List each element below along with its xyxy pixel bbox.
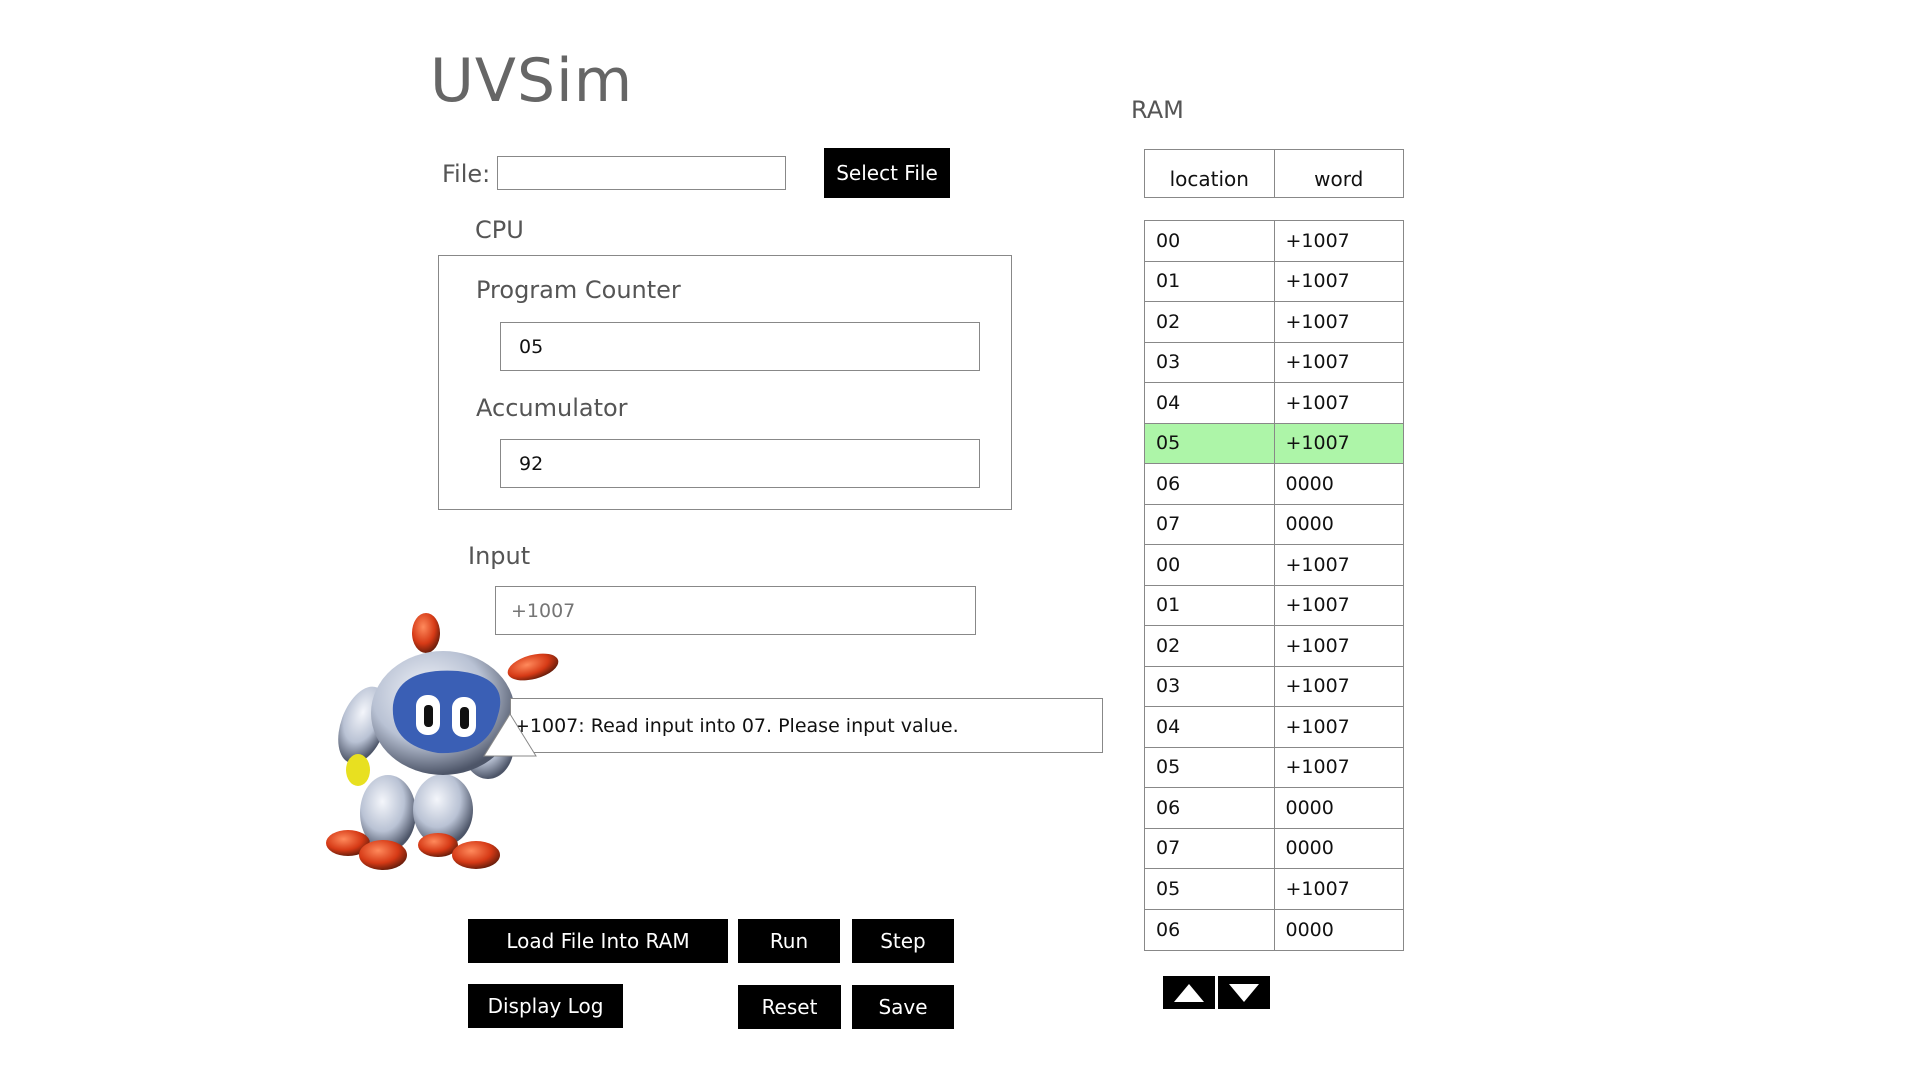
ram-row: 07 0000 xyxy=(1145,828,1403,869)
ram-column-word: word xyxy=(1314,167,1364,191)
ram-location-cell: 05 xyxy=(1145,747,1275,787)
ram-row: 02 +1007 xyxy=(1145,626,1403,667)
ram-location-cell: 06 xyxy=(1145,788,1275,828)
ram-row: 01 +1007 xyxy=(1145,585,1403,626)
ram-word-cell: +1007 xyxy=(1285,877,1350,900)
ram-location-cell: 07 xyxy=(1145,828,1275,868)
ram-row: 04 +1007 xyxy=(1145,383,1403,424)
ram-row: 06 0000 xyxy=(1145,464,1403,505)
scroll-down-button[interactable] xyxy=(1218,976,1270,1009)
ram-word-cell: +1007 xyxy=(1285,351,1350,374)
ram-location-cell: 03 xyxy=(1145,666,1275,706)
display-log-button[interactable]: Display Log xyxy=(468,984,623,1028)
ram-column-location: location xyxy=(1145,150,1275,197)
ram-row: 05 +1007 xyxy=(1145,747,1403,788)
ram-location-cell: 05 xyxy=(1145,869,1275,909)
reset-button[interactable]: Reset xyxy=(738,985,841,1029)
ram-word-cell: +1007 xyxy=(1285,715,1350,738)
ram-word-cell: +1007 xyxy=(1285,756,1350,779)
ram-row: 01 +1007 xyxy=(1145,261,1403,302)
accumulator-field: 92 xyxy=(500,439,980,488)
ram-location-cell: 00 xyxy=(1145,545,1275,585)
cpu-section-label: CPU xyxy=(475,216,524,244)
ram-word-cell: 0000 xyxy=(1285,472,1334,495)
ram-word-cell: +1007 xyxy=(1285,310,1350,333)
ram-row: 05 +1007 xyxy=(1145,869,1403,910)
ram-location-cell: 06 xyxy=(1145,464,1275,504)
ram-row: 06 0000 xyxy=(1145,909,1403,950)
select-file-button[interactable]: Select File xyxy=(824,148,950,198)
ram-word-cell: +1007 xyxy=(1285,594,1350,617)
ram-word-cell: 0000 xyxy=(1285,513,1334,536)
ram-row: 04 +1007 xyxy=(1145,707,1403,748)
scroll-up-button[interactable] xyxy=(1163,976,1215,1009)
ram-word-cell: 0000 xyxy=(1285,796,1334,819)
ram-word-cell: +1007 xyxy=(1285,675,1350,698)
ram-label: RAM xyxy=(1131,96,1184,124)
file-path-input[interactable] xyxy=(497,156,786,190)
program-counter-label: Program Counter xyxy=(476,276,681,304)
ram-row: 02 +1007 xyxy=(1145,302,1403,343)
triangle-down-icon xyxy=(1229,983,1259,1002)
ram-table: 00 +1007 01 +1007 02 +1007 03 +1007 04 +1007 05 +10… xyxy=(1144,220,1404,951)
ram-location-cell: 04 xyxy=(1145,707,1275,747)
ram-row: 03 +1007 xyxy=(1145,666,1403,707)
load-file-into-ram-button[interactable]: Load File Into RAM xyxy=(468,919,728,963)
ram-row: 03 +1007 xyxy=(1145,342,1403,383)
ram-location-cell: 00 xyxy=(1145,221,1275,261)
ram-row: 06 0000 xyxy=(1145,788,1403,829)
ram-word-cell: +1007 xyxy=(1285,270,1350,293)
message-bubble: +1007: Read input into 07. Please input … xyxy=(510,698,1103,753)
ram-word-cell: +1007 xyxy=(1285,229,1350,252)
ram-row: 00 +1007 xyxy=(1145,545,1403,586)
ram-word-cell: +1007 xyxy=(1285,634,1350,657)
ram-location-cell: 01 xyxy=(1145,585,1275,625)
ram-row-current: 05 +1007 xyxy=(1145,423,1403,464)
accumulator-label: Accumulator xyxy=(476,394,628,422)
speech-bubble-pointer xyxy=(483,713,537,757)
ram-location-cell: 03 xyxy=(1145,342,1275,382)
ram-word-cell: +1007 xyxy=(1285,553,1350,576)
ram-location-cell: 02 xyxy=(1145,626,1275,666)
ram-location-cell: 07 xyxy=(1145,504,1275,544)
file-label: File: xyxy=(442,160,491,188)
app-title: UVSim xyxy=(430,46,634,116)
ram-table-header: location word xyxy=(1144,149,1404,198)
run-button[interactable]: Run xyxy=(738,919,840,963)
ram-row: 07 0000 xyxy=(1145,504,1403,545)
ram-location-cell: 01 xyxy=(1145,261,1275,301)
program-counter-field: 05 xyxy=(500,322,980,371)
ram-word-cell: +1007 xyxy=(1285,391,1350,414)
ram-word-cell: 0000 xyxy=(1285,837,1334,860)
ram-word-cell: 0000 xyxy=(1285,918,1334,941)
input-label: Input xyxy=(468,542,531,570)
ram-location-cell: 05 xyxy=(1145,423,1275,463)
message-text: +1007: Read input into 07. Please input … xyxy=(514,714,959,737)
triangle-up-icon xyxy=(1174,983,1204,1002)
save-button[interactable]: Save xyxy=(852,985,954,1029)
ram-location-cell: 04 xyxy=(1145,383,1275,423)
ram-location-cell: 06 xyxy=(1145,909,1275,950)
step-button[interactable]: Step xyxy=(852,919,954,963)
ram-word-cell: +1007 xyxy=(1285,432,1350,455)
ram-row: 00 +1007 xyxy=(1145,221,1403,262)
ram-location-cell: 02 xyxy=(1145,302,1275,342)
